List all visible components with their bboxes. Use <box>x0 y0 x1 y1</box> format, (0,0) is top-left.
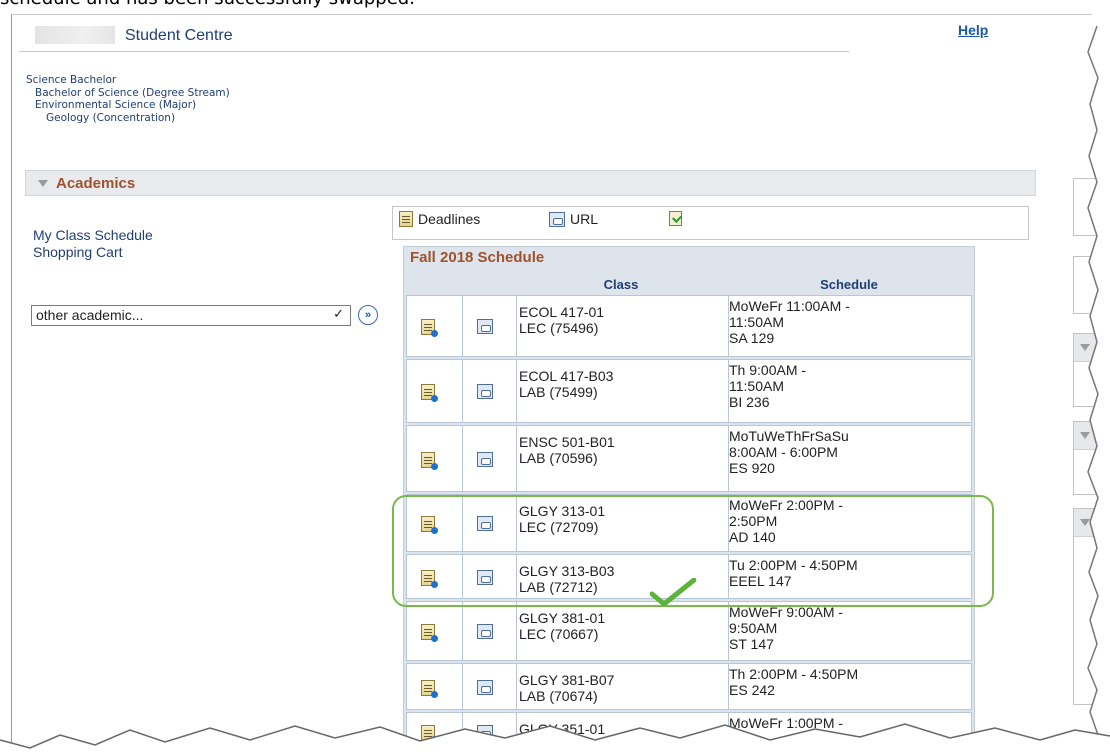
class-details-icon[interactable] <box>421 624 438 642</box>
class-details-icon[interactable] <box>421 725 438 743</box>
table-row: ECOL 417-01 LEC (75496) MoWeFr 11:00AM -11… <box>406 295 972 357</box>
class-cell: ECOL 417-B03 LAB (75499) <box>519 368 613 400</box>
deadlines-label: Deadlines <box>418 211 481 227</box>
calendar-icon <box>399 211 413 227</box>
checklist-button[interactable] <box>669 211 682 226</box>
class-text: LAB (70674) <box>519 688 598 704</box>
class-notes-icon[interactable] <box>477 725 493 740</box>
class-cell: GLGY 381-B07 LAB (70674) <box>519 672 614 704</box>
academics-links: My Class Schedule Shopping Cart <box>33 227 153 261</box>
program-line: Bachelor of Science (Degree Stream) <box>35 86 230 99</box>
table-row: GLGY 351-01 MoWeFr 1:00PM - <box>406 712 972 752</box>
right-panel <box>1073 421 1110 495</box>
schedule-cell: Th 2:00PM - 4:50PM ES 242 <box>729 666 858 698</box>
schedule-text: BI 236 <box>729 394 770 410</box>
table-row: ENSC 501-B01 LAB (70596) MoTuWeThFrSaSu 8:0… <box>406 425 972 492</box>
class-text: GLGY 351-01 <box>519 721 606 737</box>
class-text: LAB (70596) <box>519 450 598 466</box>
class-cell: ENSC 501-B01 LAB (70596) <box>519 434 615 466</box>
schedule-text: 9:50AM <box>729 620 778 636</box>
class-text: LAB (75499) <box>519 384 598 400</box>
class-details-icon[interactable] <box>421 319 438 337</box>
program-info: Science Bachelor Bachelor of Science (De… <box>26 74 230 124</box>
class-cell: GLGY 381-01 LEC (70667) <box>519 610 605 642</box>
right-panel <box>1073 256 1110 314</box>
class-details-icon[interactable] <box>421 452 438 470</box>
select-value: other academic... <box>36 307 144 323</box>
schedule-text: Th 9:00AM - <box>729 362 807 378</box>
schedule-cell: MoWeFr 1:00PM - <box>729 715 843 731</box>
class-text: ECOL 417-01 <box>519 304 605 320</box>
help-link[interactable]: Help <box>958 22 988 38</box>
my-class-schedule-link[interactable]: My Class Schedule <box>33 227 153 244</box>
collapse-triangle-icon[interactable] <box>38 180 48 187</box>
schedule-text: MoTuWeThFrSaSu <box>729 428 849 444</box>
class-notes-icon[interactable] <box>477 319 493 334</box>
other-academic-select[interactable]: other academic... ✓ <box>31 305 351 326</box>
program-line: Science Bachelor <box>26 74 117 86</box>
class-text: ENSC 501-B01 <box>519 434 615 450</box>
right-panel <box>1073 178 1110 236</box>
deadlines-button[interactable]: Deadlines <box>399 211 480 227</box>
page-title: Student Centre <box>125 27 233 44</box>
schedule-cell: MoWeFr 11:00AM -11:50AM SA 129 <box>729 298 850 346</box>
academics-title: Academics <box>56 175 136 192</box>
class-cell: GLGY 351-01 <box>519 721 605 737</box>
program-line: Geology (Concentration) <box>46 111 176 124</box>
schedule-text: SA 129 <box>729 330 775 346</box>
schedule-cell: MoTuWeThFrSaSu 8:00AM - 6:00PM ES 920 <box>729 428 849 476</box>
class-details-icon[interactable] <box>421 384 438 402</box>
class-details-icon[interactable] <box>421 680 438 698</box>
column-header-class: Class <box>603 277 639 292</box>
go-button[interactable]: » <box>358 305 378 325</box>
column-header-schedule: Schedule <box>820 277 878 292</box>
green-checkmark-icon <box>650 578 696 606</box>
schedule-text: Th 2:00PM - 4:50PM <box>729 666 859 682</box>
class-text: GLGY 381-01 <box>519 610 606 626</box>
table-row: GLGY 381-B07 LAB (70674) Th 2:00PM - 4:50P… <box>406 663 972 710</box>
class-text: LEC (70667) <box>519 626 599 642</box>
chevron-down-icon: ✓ <box>333 306 344 321</box>
table-row: ECOL 417-B03 LAB (75499) Th 9:00AM -11:50A… <box>406 359 972 423</box>
class-notes-icon[interactable] <box>477 680 493 695</box>
shopping-cart-link[interactable]: Shopping Cart <box>33 244 153 261</box>
url-button[interactable]: URL <box>549 211 598 227</box>
class-text: LEC (75496) <box>519 320 599 336</box>
academics-section-header[interactable]: Academics <box>25 170 1036 196</box>
schedule-title: Fall 2018 Schedule <box>410 249 545 266</box>
schedule-text: ES 920 <box>729 460 775 476</box>
schedule-text: MoWeFr 1:00PM - <box>729 715 844 731</box>
class-text: GLGY 381-B07 <box>519 672 615 688</box>
right-panel <box>1073 333 1110 407</box>
caption-text: schedule and has been successfully swapp… <box>0 0 415 9</box>
document-icon <box>549 211 565 227</box>
right-sidebar-panels <box>1073 178 1110 755</box>
class-notes-icon[interactable] <box>477 384 493 399</box>
program-line: Environmental Science (Major) <box>35 99 197 111</box>
checklist-icon <box>669 211 682 226</box>
redacted-name <box>35 26 115 44</box>
class-cell: ECOL 417-01 LEC (75496) <box>519 304 604 336</box>
schedule-text: 11:50AM <box>729 378 784 394</box>
table-row: GLGY 381-01 LEC (70667) MoWeFr 9:00AM -9:5… <box>406 601 972 661</box>
page-header: Student Centre <box>19 24 849 52</box>
schedule-text: 8:00AM - 6:00PM <box>729 444 838 460</box>
class-text: ECOL 417-B03 <box>519 368 614 384</box>
schedule-cell: MoWeFr 9:00AM -9:50AM ST 147 <box>729 604 843 652</box>
schedule-text: ES 242 <box>729 682 775 698</box>
schedule-cell: Th 9:00AM -11:50AM BI 236 <box>729 362 806 410</box>
url-label: URL <box>570 211 599 227</box>
right-panel <box>1073 508 1110 705</box>
schedule-text: ST 147 <box>729 636 774 652</box>
class-notes-icon[interactable] <box>477 624 493 639</box>
class-notes-icon[interactable] <box>477 452 493 467</box>
schedule-text: 11:50AM <box>729 314 784 330</box>
academics-toolbar: Deadlines URL <box>392 206 1029 240</box>
schedule-text: MoWeFr 11:00AM - <box>729 298 850 314</box>
